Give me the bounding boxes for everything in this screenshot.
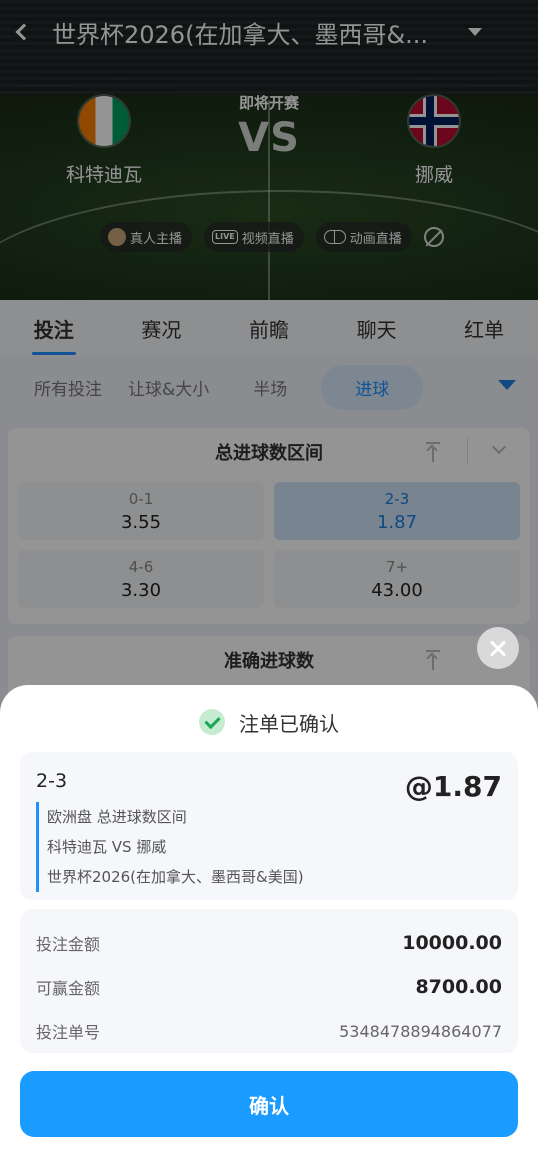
- sheet-header: 注单已确认: [0, 685, 538, 759]
- bet-market: 欧洲盘 总进球数区间: [47, 808, 187, 826]
- bet-selection: 2-3: [36, 770, 68, 792]
- bet-id-label: 投注单号: [36, 1023, 101, 1042]
- check-icon: [199, 709, 225, 735]
- stake-label: 投注金额: [36, 935, 101, 954]
- win-value: 8700.00: [415, 976, 502, 998]
- bet-id-value: 5348478894864077: [339, 1021, 502, 1041]
- bet-info: 欧洲盘 总进球数区间 科特迪瓦 VS 挪威 世界杯2026(在加拿大、墨西哥&美…: [36, 802, 304, 892]
- bet-id-row: 投注单号 5348478894864077: [36, 1009, 502, 1053]
- win-row: 可赢金额 8700.00: [36, 965, 502, 1009]
- bet-summary-card: 投注金额 10000.00 可赢金额 8700.00 投注单号 53484788…: [20, 909, 518, 1053]
- bet-match: 科特迪瓦 VS 挪威: [47, 838, 167, 856]
- bet-confirmation-sheet: 注单已确认 2-3 @1.87 欧洲盘 总进球数区间 科特迪瓦 VS 挪威 世界…: [0, 685, 538, 1165]
- bet-odds: @1.87: [404, 770, 502, 803]
- confirm-button[interactable]: 确认: [20, 1071, 518, 1137]
- close-button[interactable]: [477, 627, 519, 669]
- stake-row: 投注金额 10000.00: [36, 921, 502, 965]
- bet-league: 世界杯2026(在加拿大、墨西哥&美国): [47, 868, 304, 886]
- sheet-title: 注单已确认: [239, 711, 339, 736]
- bet-detail-card: 2-3 @1.87 欧洲盘 总进球数区间 科特迪瓦 VS 挪威 世界杯2026(…: [20, 752, 518, 900]
- stake-value: 10000.00: [402, 932, 502, 954]
- win-label: 可赢金额: [36, 979, 101, 998]
